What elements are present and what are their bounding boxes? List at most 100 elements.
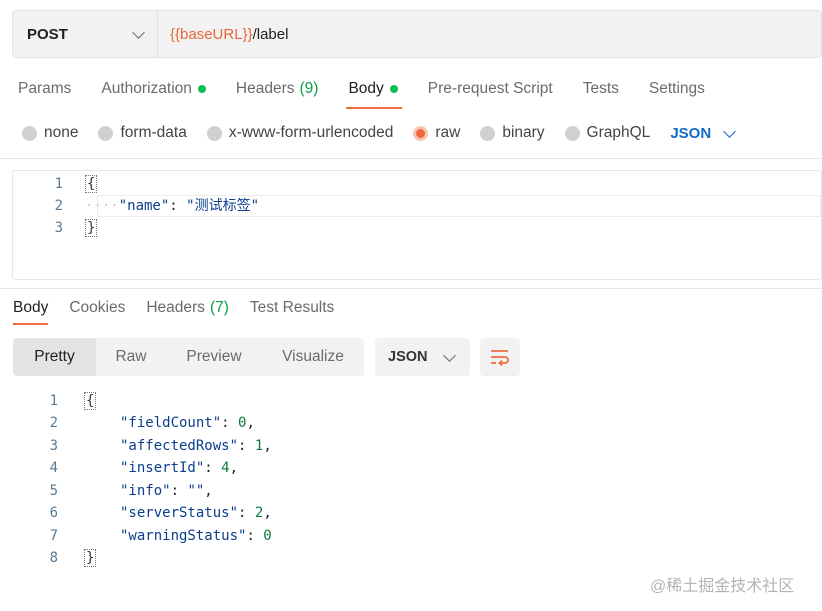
code-brace: { xyxy=(85,175,98,193)
view-raw-button[interactable]: Raw xyxy=(96,338,166,376)
line-number: 5 xyxy=(49,483,58,499)
tab-label: Body xyxy=(348,80,384,97)
tab-count: (9) xyxy=(299,80,319,97)
line-number: 1 xyxy=(54,176,63,192)
radio-label: raw xyxy=(435,124,461,141)
body-type-group: none form-data x-www-form-urlencoded raw… xyxy=(22,124,737,142)
code-brace: { xyxy=(84,392,97,410)
response-tabs: Body Cookies Headers (7) Test Results xyxy=(13,297,355,325)
response-format-label: JSON xyxy=(388,349,428,365)
view-visualize-button[interactable]: Visualize xyxy=(262,338,364,376)
tab-label: Cookies xyxy=(69,299,126,316)
tab-cookies[interactable]: Cookies xyxy=(69,297,125,319)
code-brace: } xyxy=(85,219,98,237)
view-label: Visualize xyxy=(282,348,344,365)
tab-params[interactable]: Params xyxy=(18,78,71,100)
tab-label: Body xyxy=(13,299,49,316)
json-colon: : xyxy=(169,198,187,214)
radio-label: none xyxy=(44,124,79,141)
watermark: @稀土掘金技术社区 xyxy=(650,578,795,595)
radio-circle-icon xyxy=(480,125,496,141)
json-key: "name" xyxy=(118,198,170,214)
view-preview-button[interactable]: Preview xyxy=(166,338,262,376)
json-sep: , xyxy=(263,438,272,454)
wrap-lines-icon xyxy=(491,350,509,366)
chevron-down-icon xyxy=(443,348,456,362)
json-sep: , xyxy=(204,483,213,499)
json-sep: , xyxy=(246,415,255,431)
url-bar: POST {{baseURL}}/label xyxy=(12,10,822,58)
request-body-editor[interactable]: 1{ 2 ····"name": "测试标签" 3} xyxy=(12,170,822,280)
tab-pre-request-script[interactable]: Pre-request Script xyxy=(428,78,553,100)
tab-label: Settings xyxy=(648,80,705,97)
method-select[interactable]: POST xyxy=(13,11,158,57)
radio-circle-icon xyxy=(22,125,37,141)
request-tabs: Params Authorization Headers (9) Body Pre… xyxy=(18,78,735,109)
radio-raw[interactable]: raw xyxy=(413,124,460,142)
radio-circle-icon xyxy=(98,125,114,141)
wrap-lines-button[interactable] xyxy=(480,338,520,376)
json-sep: , xyxy=(229,460,239,476)
json-key: "affectedRows" xyxy=(120,438,239,454)
url-input[interactable]: {{baseURL}}/label xyxy=(158,26,288,43)
json-value: "测试标签" xyxy=(186,198,260,214)
json-key: "warningStatus" xyxy=(120,528,247,544)
line-number: 1 xyxy=(49,393,58,409)
tab-label: Authorization xyxy=(101,80,192,97)
line-number: 8 xyxy=(49,550,58,566)
view-mode-segment: Pretty Raw Preview Visualize xyxy=(13,338,364,376)
line-number: 2 xyxy=(49,415,58,431)
json-key: "serverStatus" xyxy=(120,505,239,521)
line-number: 3 xyxy=(49,438,58,454)
tab-headers[interactable]: Headers (9) xyxy=(236,78,319,100)
radio-circle-icon xyxy=(564,125,580,141)
tab-tests[interactable]: Tests xyxy=(583,78,619,100)
radio-binary[interactable]: binary xyxy=(480,124,545,142)
view-pretty-button[interactable]: Pretty xyxy=(13,338,96,376)
tab-label: Pre-request Script xyxy=(427,80,553,97)
tab-response-body[interactable]: Body xyxy=(13,297,49,325)
status-dot-icon xyxy=(197,85,206,93)
tab-authorization[interactable]: Authorization xyxy=(101,78,206,100)
tab-count: (7) xyxy=(209,299,229,316)
json-key: "info" xyxy=(120,483,171,499)
tab-label: Headers xyxy=(146,299,205,316)
tab-label: Params xyxy=(18,80,72,97)
radio-form-data[interactable]: form-data xyxy=(98,124,187,142)
tab-test-results[interactable]: Test Results xyxy=(250,297,334,319)
divider xyxy=(0,288,822,289)
url-variable: {{baseURL}} xyxy=(170,25,253,43)
radio-graphql[interactable]: GraphQL xyxy=(564,124,651,142)
radio-circle-icon xyxy=(206,125,222,141)
url-path: /label xyxy=(252,25,289,43)
json-key: "insertId" xyxy=(120,460,205,476)
view-label: Raw xyxy=(115,348,147,365)
line-number: 7 xyxy=(49,528,58,544)
radio-label: GraphQL xyxy=(586,124,651,141)
json-value: 0 xyxy=(263,528,272,544)
method-label: POST xyxy=(27,25,68,43)
view-label: Preview xyxy=(186,348,242,365)
radio-none[interactable]: none xyxy=(22,124,78,142)
radio-selected-icon xyxy=(413,125,429,141)
line-number: 3 xyxy=(54,220,63,236)
line-number: 4 xyxy=(49,460,58,476)
divider xyxy=(0,158,822,159)
tab-response-headers[interactable]: Headers (7) xyxy=(146,297,229,319)
response-body-viewer: 1{ 2 "fieldCount": 0, 3 "affectedRows": 1,… xyxy=(0,390,822,580)
json-value: 4 xyxy=(221,460,230,476)
radio-label: x-www-form-urlencoded xyxy=(228,124,394,141)
body-format-select[interactable]: JSON xyxy=(670,124,737,142)
tab-label: Headers xyxy=(235,80,295,97)
body-format-label: JSON xyxy=(670,124,712,142)
tab-label: Test Results xyxy=(249,299,335,316)
json-sep: , xyxy=(263,505,272,521)
chevron-down-icon xyxy=(132,25,145,39)
tab-settings[interactable]: Settings xyxy=(649,78,705,100)
response-format-select[interactable]: JSON xyxy=(375,338,470,376)
radio-label: binary xyxy=(502,124,545,141)
tab-body[interactable]: Body xyxy=(346,78,403,109)
view-label: Pretty xyxy=(34,348,75,365)
tab-label: Tests xyxy=(582,80,619,97)
radio-urlencoded[interactable]: x-www-form-urlencoded xyxy=(206,124,394,142)
